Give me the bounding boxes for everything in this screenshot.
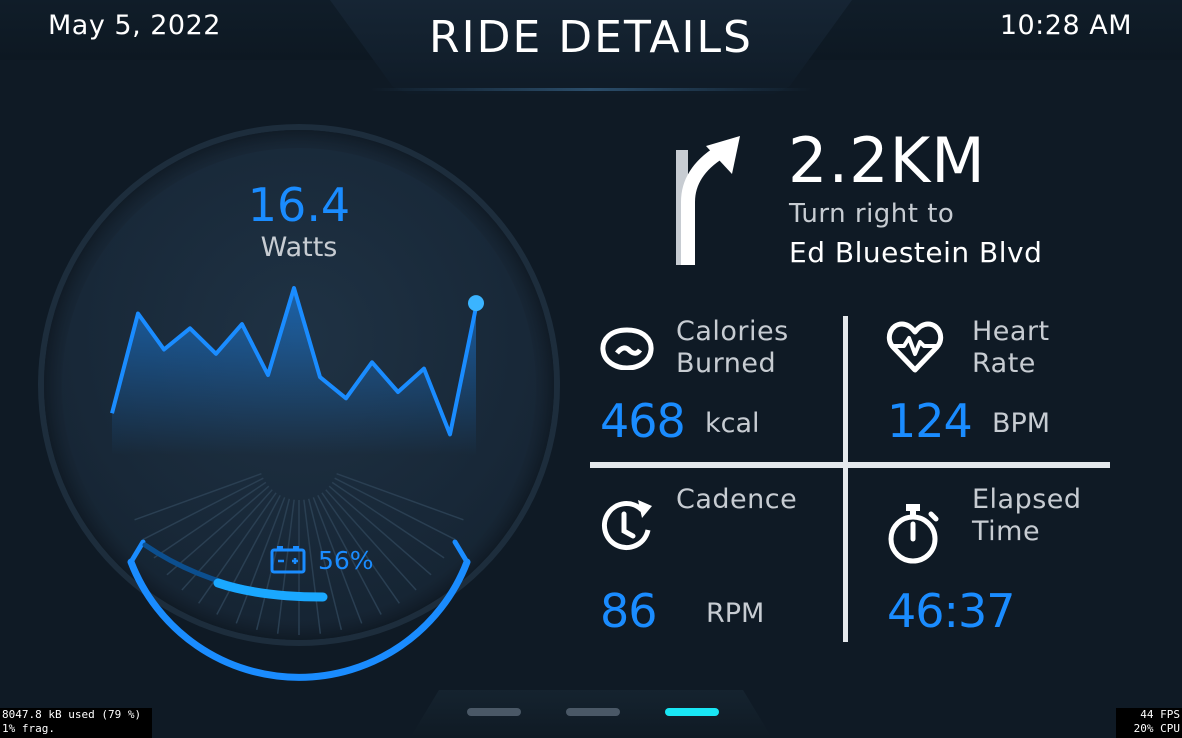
gauge-right-tick bbox=[452, 539, 470, 565]
page-indicator-1[interactable] bbox=[467, 708, 521, 716]
turn-instruction: Turn right to bbox=[789, 199, 955, 229]
battery-icon bbox=[270, 546, 306, 574]
heart-rate-unit: BPM bbox=[992, 408, 1051, 439]
heart-rate-label-line2: Rate bbox=[972, 348, 1036, 379]
battery-level-bar bbox=[213, 578, 328, 602]
street-name: Ed Bluestein Blvd bbox=[789, 236, 1043, 269]
page-indicator-2[interactable] bbox=[566, 708, 620, 716]
elapsed-label-line2: Time bbox=[972, 516, 1041, 547]
battery-percent: 56% bbox=[318, 546, 374, 575]
memory-used: 8047.8 kB used (79 %) bbox=[2, 708, 142, 721]
cadence-label-line1: Cadence bbox=[676, 484, 798, 515]
turn-right-arrow-icon bbox=[676, 136, 740, 265]
fps-counter: 44 FPS bbox=[1140, 708, 1180, 721]
cadence-unit: RPM bbox=[706, 598, 765, 629]
gauge-ray bbox=[166, 485, 270, 576]
heart-rate-value: 124 bbox=[887, 394, 973, 448]
gauge-ray bbox=[334, 477, 456, 541]
gauge-ray bbox=[336, 472, 464, 521]
calories-icon bbox=[600, 327, 654, 370]
power-value: 16.4 bbox=[247, 178, 351, 232]
stopwatch-icon bbox=[888, 504, 939, 564]
stats-divider-vertical bbox=[843, 316, 848, 642]
cpu-usage: 20% CPU bbox=[1133, 722, 1180, 735]
memory-fragmentation: 1% frag. bbox=[2, 722, 55, 735]
cadence-icon bbox=[601, 500, 652, 551]
gauge-ray bbox=[325, 489, 417, 591]
gauge-ray bbox=[153, 481, 267, 559]
calories-label-line1: Calories bbox=[676, 316, 789, 347]
performance-monitor: 44 FPS 20% CPU bbox=[1116, 708, 1182, 738]
elapsed-value: 46:37 bbox=[887, 584, 1016, 638]
page-indicator-3[interactable] bbox=[665, 708, 719, 716]
calories-unit: kcal bbox=[705, 408, 760, 439]
gauge-ray bbox=[142, 477, 264, 541]
power-unit-label: Watts bbox=[260, 232, 338, 263]
heart-rate-icon bbox=[886, 321, 944, 373]
memory-monitor: 8047.8 kB used (79 %) 1% frag. bbox=[0, 708, 152, 738]
calories-value: 468 bbox=[600, 394, 686, 448]
heart-rate-label-line1: Heart bbox=[972, 316, 1050, 347]
elapsed-label-line1: Elapsed bbox=[972, 484, 1082, 515]
gauge-ray bbox=[134, 472, 262, 521]
calories-label-line2: Burned bbox=[676, 348, 777, 379]
stats-divider-horizontal bbox=[590, 462, 1110, 468]
power-current-dot bbox=[468, 295, 484, 312]
gauge-left-tick bbox=[128, 539, 146, 565]
cadence-value: 86 bbox=[600, 584, 658, 638]
turn-distance: 2.2KM bbox=[788, 124, 986, 197]
